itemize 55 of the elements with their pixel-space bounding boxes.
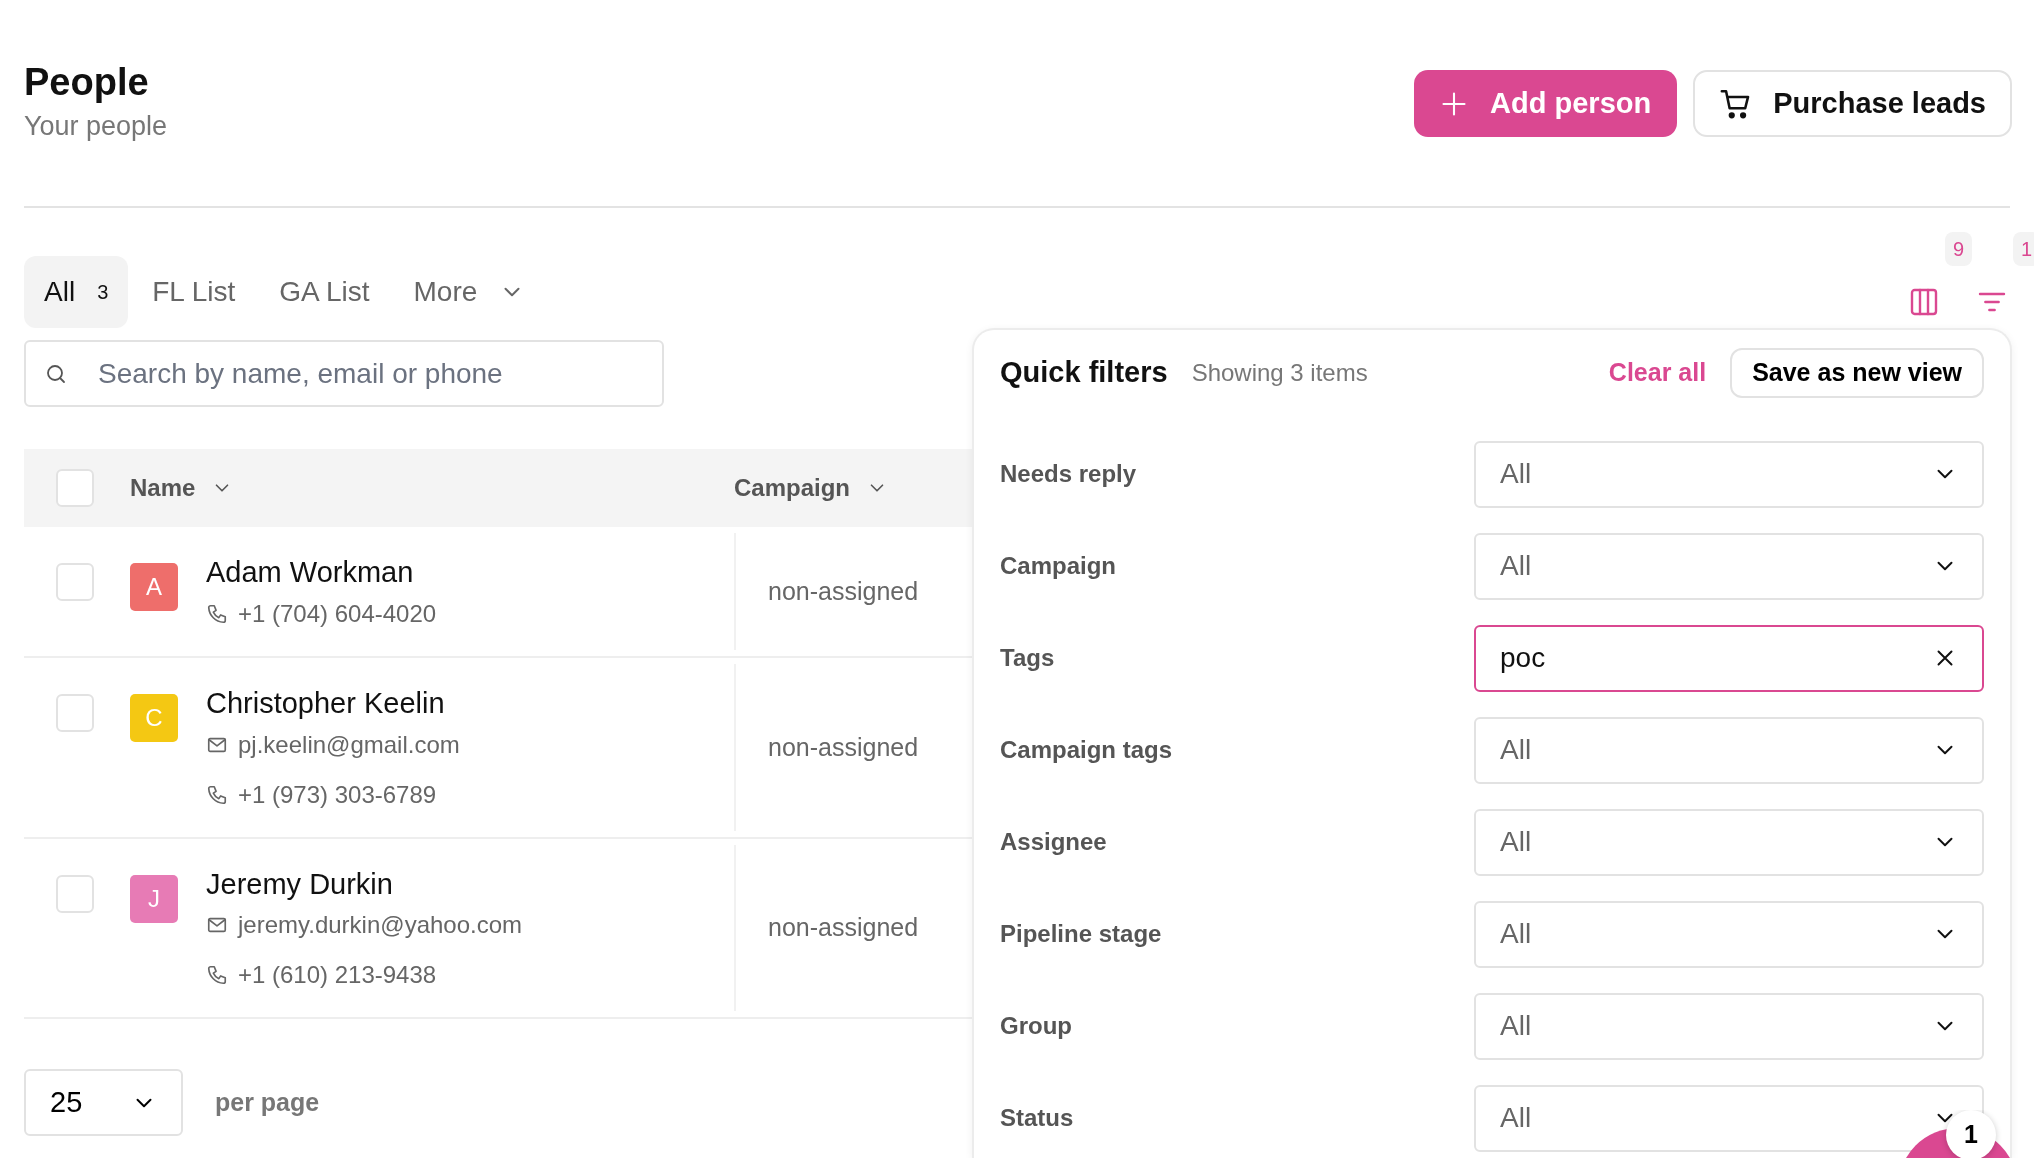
phone-number: +1 (973) 303-6789 (238, 779, 437, 810)
per-page-select[interactable]: 25 (24, 1069, 183, 1137)
filter-select[interactable]: All (1474, 808, 1984, 876)
tag-input-field[interactable]: poc (1474, 624, 1984, 692)
row-checkbox[interactable] (56, 563, 94, 602)
filter-label: Assignee (1000, 827, 1107, 857)
campaign-value: non-assigned (768, 912, 919, 944)
phone-number: +1 (610) 213-9438 (238, 960, 437, 991)
list-tab[interactable]: FL List (132, 256, 256, 329)
phone-icon (206, 964, 228, 987)
add-person-button[interactable]: Add person (1414, 70, 1678, 137)
phone-number: +1 (704) 604-4020 (238, 598, 437, 629)
filter-label: Status (1000, 1103, 1074, 1133)
filter-select[interactable]: All (1474, 532, 1984, 600)
save-view-button[interactable]: Save as new view (1730, 348, 1984, 398)
person-name: Adam Workman (206, 555, 415, 590)
person-name: Jeremy Durkin (206, 866, 394, 902)
column-header[interactable]: Campaign (734, 470, 888, 507)
filter-label: Needs reply (1000, 459, 1137, 489)
row-checkbox[interactable] (56, 874, 94, 913)
email-address: jeremy.durkin@yahoo.com (238, 910, 523, 941)
filter-label: Group (1000, 1011, 1072, 1041)
panel-title: Quick filters (1000, 355, 1168, 391)
filter-label: Tags (1000, 643, 1055, 673)
page-subtitle: Your people (24, 109, 168, 143)
filter-label: Campaign (1000, 551, 1116, 581)
person-name: Christopher Keelin (206, 685, 446, 721)
list-tab[interactable]: More (393, 256, 546, 329)
phone-icon (206, 783, 228, 806)
filter-label: Campaign tags (1000, 735, 1173, 765)
avatar: J (130, 874, 178, 923)
count-badge: 9 (1944, 232, 1972, 267)
phone-icon (206, 602, 228, 625)
purchase-leads-button[interactable]: Purchase leads (1693, 70, 2012, 137)
count-badge: 1 (2012, 232, 2034, 267)
filter-select[interactable]: All (1474, 900, 1984, 968)
select-all-checkbox[interactable] (56, 469, 94, 508)
filter-label: Pipeline stage (1000, 919, 1162, 949)
search-field[interactable]: Search by name, email or phone (24, 340, 664, 408)
campaign-value: non-assigned (768, 575, 919, 607)
email-address: pj.keelin@gmail.com (238, 729, 460, 760)
column-header[interactable]: Name (130, 470, 734, 507)
campaign-value: non-assigned (768, 731, 919, 763)
list-tab[interactable]: All 3 (24, 256, 129, 329)
list-tab[interactable]: GA List (259, 256, 390, 329)
avatar: C (130, 693, 178, 742)
row-checkbox[interactable] (56, 693, 94, 732)
filter-select[interactable]: All (1474, 716, 1984, 784)
item-count: Showing 3 items (1191, 358, 1368, 388)
per-page-label: per page (215, 1087, 320, 1119)
filter-select[interactable]: All (1474, 440, 1984, 508)
page-title: People (24, 60, 150, 105)
clear-all-link[interactable]: Clear all (1608, 354, 1707, 392)
avatar: A (130, 563, 178, 612)
filter-select[interactable]: All (1474, 992, 1984, 1060)
